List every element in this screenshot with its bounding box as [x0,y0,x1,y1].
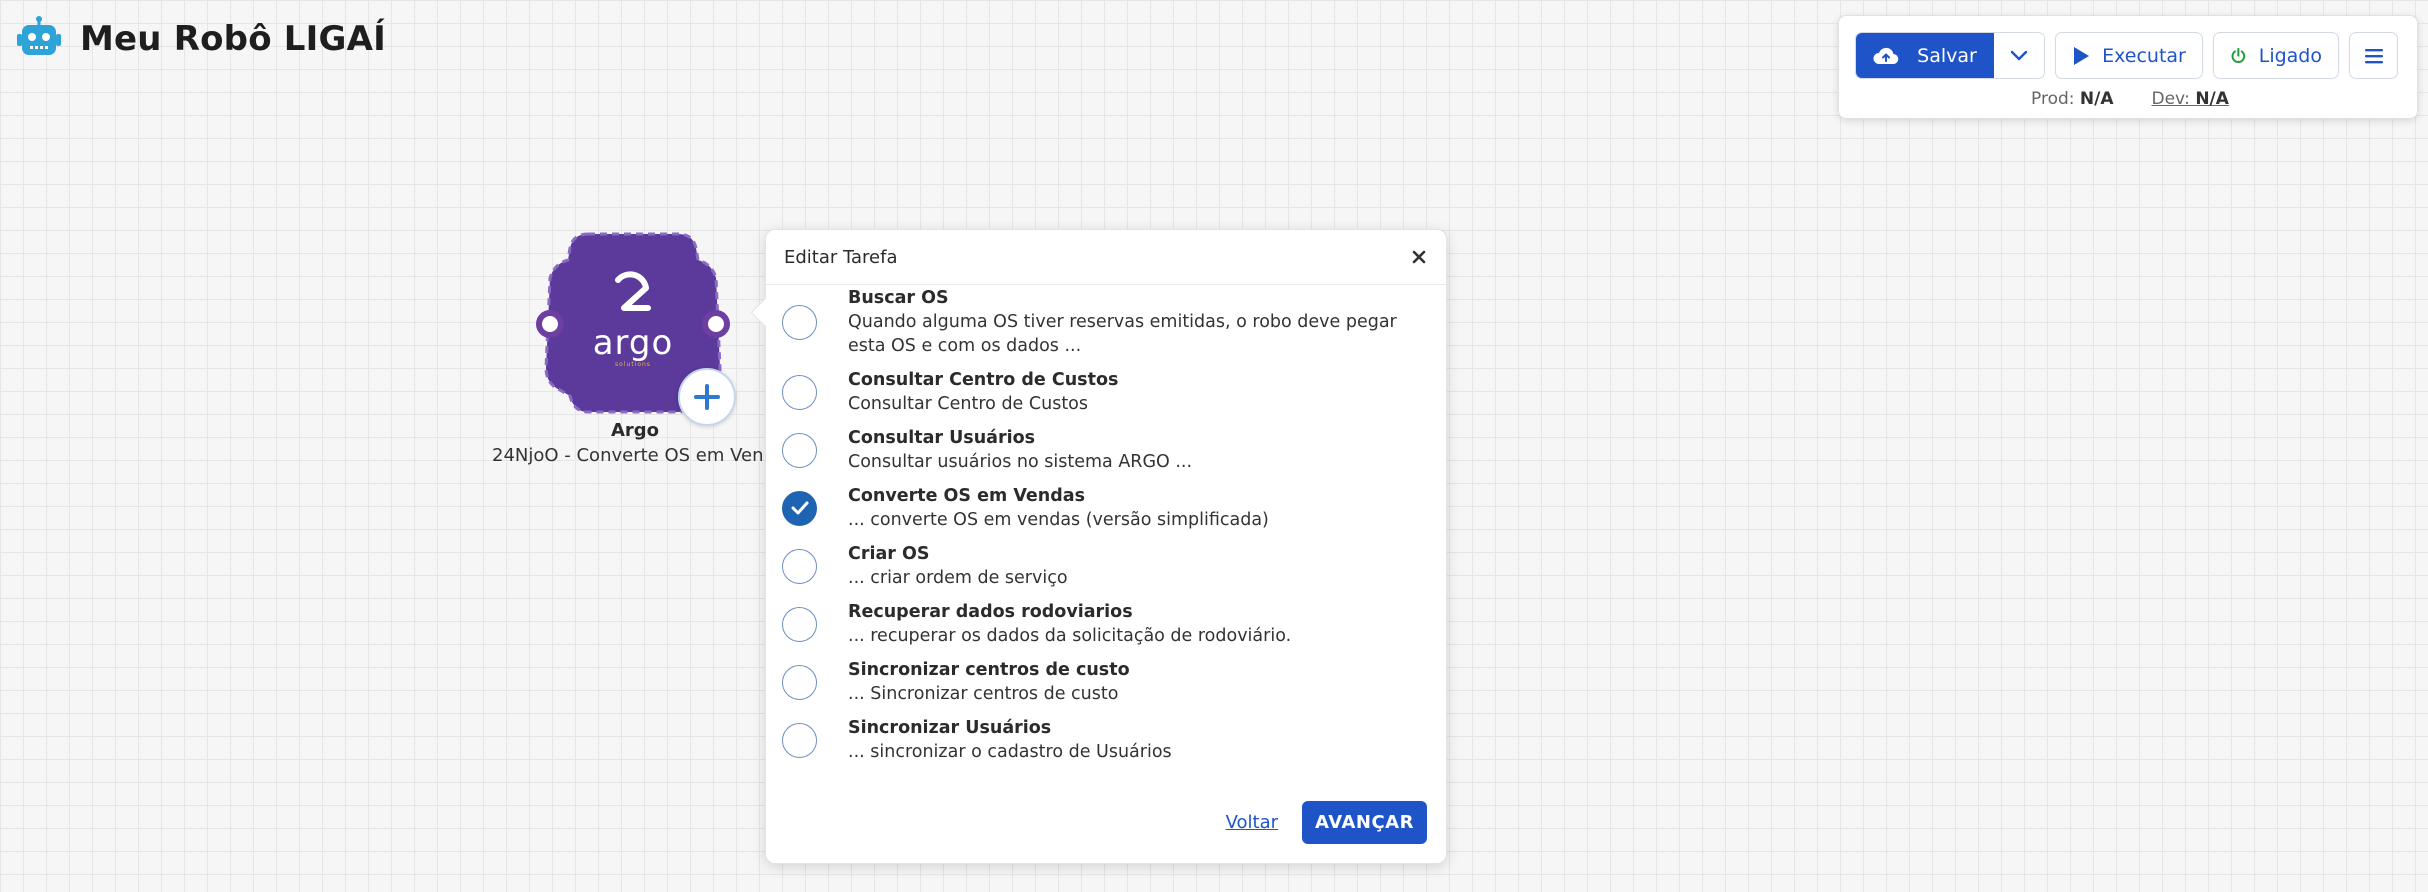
dev-version: N/A [2195,89,2229,109]
play-icon [2074,46,2090,65]
task-option-sincronizar-centros-de-custo[interactable]: Sincronizar centros de custo ... Sincron… [782,653,1432,711]
task-radio[interactable] [782,664,817,700]
power-toggle-button[interactable]: Ligado [2213,32,2339,79]
task-description: ... criar ordem de serviço [848,568,1068,588]
prod-status: Prod: N/A [2031,89,2114,109]
task-name: Criar OS [848,544,930,564]
task-radio[interactable] [782,606,817,642]
save-button-group: Salvar [1855,32,2045,79]
save-button[interactable]: Salvar [1856,33,1994,78]
task-option-sincronizar-usuarios[interactable]: Sincronizar Usuários ... sincronizar o c… [782,711,1432,769]
run-button-label: Executar [2102,44,2186,67]
task-description: ... sincronizar o cadastro de Usuários [848,742,1172,762]
plus-icon [694,384,720,410]
task-description: ... recuperar os dados da solicitação de… [848,626,1292,646]
task-name: Consultar Centro de Custos [848,370,1119,390]
close-button[interactable] [1406,244,1432,270]
argo-logo-icon [615,271,651,311]
task-option-recuperar-dados-rodoviarios[interactable]: Recuperar dados rodoviarios ... recupera… [782,595,1432,653]
dev-status[interactable]: Dev: N/A [2152,89,2229,109]
environment-status: Prod: N/A Dev: N/A [2031,89,2229,109]
edit-task-modal: Editar Tarefa Buscar OS Quando alguma OS… [765,229,1447,864]
node-subtitle: 24NjoO - Converte OS em Vendas [492,445,762,466]
argo-logo-subtext: solutions [615,361,651,368]
task-description: Consultar Centro de Custos [848,394,1089,414]
task-radio[interactable] [782,548,817,584]
save-button-label: Salvar [1917,44,1977,67]
save-dropdown-button[interactable] [1994,33,2044,78]
task-name: Consultar Usuários [848,428,1036,448]
back-link[interactable]: Voltar [1226,812,1278,833]
menu-button[interactable] [2349,32,2398,79]
next-button[interactable]: AVANÇAR [1302,801,1427,844]
argo-logo-text: argo [592,323,674,363]
task-option-consultar-usuarios[interactable]: Consultar Usuários Consultar usuários no… [782,421,1432,479]
cloud-upload-icon [1873,47,1899,64]
task-description: Quando alguma OS tiver reservas emitidas… [848,312,1397,356]
task-name: Sincronizar centros de custo [848,660,1130,680]
node-title: Argo [610,420,660,441]
task-description: ... converte OS em vendas (versão simpli… [848,510,1269,530]
task-radio[interactable] [782,374,817,410]
task-description: ... Sincronizar centros de custo [848,684,1119,704]
power-toggle-label: Ligado [2258,44,2322,67]
app-title: Meu Robô LIGAÍ [80,19,386,59]
task-name: Sincronizar Usuários [848,718,1052,738]
task-option-criar-os[interactable]: Criar OS ... criar ordem de serviço [782,537,1432,595]
add-node-button[interactable] [678,368,736,426]
modal-title: Editar Tarefa [784,246,898,268]
task-radio-checked[interactable] [782,490,817,526]
close-icon [1412,250,1426,264]
run-button[interactable]: Executar [2055,32,2203,79]
robot-icon [17,16,61,55]
power-icon [2231,47,2246,63]
hamburger-menu-icon [2364,48,2383,63]
toolbar-buttons: Salvar Executar Ligado [1855,32,2398,79]
task-radio[interactable] [782,304,817,340]
chevron-down-icon [2010,50,2028,60]
task-description: Consultar usuários no sistema ARGO ... [848,452,1193,472]
task-name: Converte OS em Vendas [848,486,1085,506]
task-list: Buscar OS Quando alguma OS tiver reserva… [782,288,1432,769]
task-option-converte-os-em-vendas[interactable]: Converte OS em Vendas ... converte OS em… [782,479,1432,537]
argo-logo: argo solutions [538,268,728,368]
task-name: Buscar OS [848,288,949,308]
modal-header: Editar Tarefa [766,230,1446,285]
task-radio[interactable] [782,722,817,758]
prod-version: N/A [2079,89,2114,109]
task-option-buscar-os[interactable]: Buscar OS Quando alguma OS tiver reserva… [782,288,1432,356]
output-port[interactable] [702,310,730,338]
task-radio[interactable] [782,432,817,468]
task-option-consultar-centro-de-custos[interactable]: Consultar Centro de Custos Consultar Cen… [782,363,1432,421]
input-port[interactable] [536,310,564,338]
app-header: Meu Robô LIGAÍ [16,16,386,62]
task-name: Recuperar dados rodoviarios [848,602,1133,622]
check-icon [791,501,808,515]
modal-actions: Voltar AVANÇAR [1226,801,1427,844]
toolbar: Salvar Executar Ligado Prod: N/A Dev: N/… [1838,15,2418,119]
